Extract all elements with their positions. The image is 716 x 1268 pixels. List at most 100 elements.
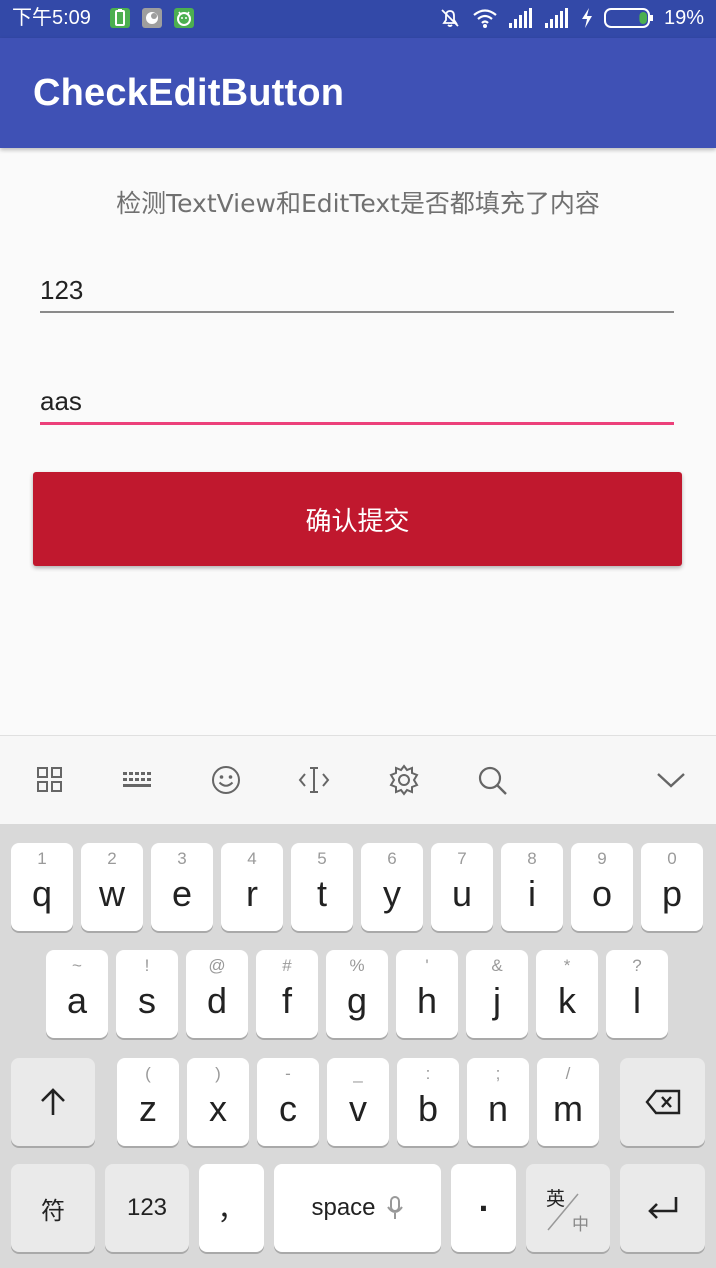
- key-f[interactable]: # f: [256, 950, 318, 1038]
- status-icons: 19%: [438, 6, 704, 30]
- language-switch-key[interactable]: 英 中: [526, 1164, 610, 1252]
- charging-icon: [580, 7, 594, 29]
- shift-key[interactable]: [11, 1058, 95, 1146]
- status-bar: 下午5:09 19%: [0, 0, 716, 38]
- key-l[interactable]: ? l: [606, 950, 668, 1038]
- key-label: p: [661, 873, 683, 914]
- key-hint: ;: [495, 1064, 501, 1083]
- key-hint: /: [565, 1064, 571, 1083]
- key-hint: ~: [72, 956, 82, 975]
- period-key-label: ·: [478, 1191, 489, 1225]
- status-time: 下午5:09: [12, 7, 91, 29]
- edit-text-1[interactable]: 123: [40, 268, 674, 316]
- key-r[interactable]: 4r: [221, 843, 283, 931]
- key-p[interactable]: 0p: [641, 843, 703, 931]
- key-a[interactable]: ~ a: [46, 950, 108, 1038]
- key-hint: #: [282, 956, 292, 975]
- key-w[interactable]: 2w: [81, 843, 143, 931]
- key-label: v: [349, 1088, 367, 1129]
- settings-icon[interactable]: [388, 764, 420, 796]
- key-q[interactable]: 1q: [11, 843, 73, 931]
- key-hint: ': [425, 956, 429, 975]
- key-v[interactable]: _ v: [327, 1058, 389, 1146]
- signal-icon: [508, 7, 534, 29]
- signal-icon: [544, 7, 570, 29]
- search-icon[interactable]: [476, 764, 508, 796]
- symbols-key[interactable]: 符: [11, 1164, 95, 1252]
- key-label: c: [279, 1088, 297, 1129]
- key-label: a: [66, 980, 88, 1021]
- cursor-icon[interactable]: [298, 764, 330, 796]
- key-z[interactable]: (z: [117, 1058, 179, 1146]
- key-hint: 2: [107, 849, 117, 868]
- key-o[interactable]: 9o: [571, 843, 633, 931]
- key-hint: !: [144, 956, 150, 975]
- microphone-icon: [386, 1196, 403, 1219]
- key-j[interactable]: & j: [466, 950, 528, 1038]
- key-h[interactable]: ' h: [396, 950, 458, 1038]
- key-hint: %: [349, 956, 365, 975]
- submit-button[interactable]: 确认提交: [33, 472, 682, 566]
- key-m[interactable]: / m: [537, 1058, 599, 1146]
- key-label: y: [383, 873, 401, 914]
- key-label: d: [206, 980, 228, 1021]
- numbers-key[interactable]: 123: [105, 1164, 189, 1252]
- key-b[interactable]: :b: [397, 1058, 459, 1146]
- key-label: w: [99, 873, 125, 914]
- comma-key[interactable]: ，: [199, 1164, 264, 1252]
- key-hint: 8: [527, 849, 537, 868]
- backspace-icon: [644, 1089, 680, 1115]
- key-hint: &: [491, 956, 503, 975]
- key-g[interactable]: % g: [326, 950, 388, 1038]
- key-label: e: [171, 873, 193, 914]
- space-key[interactable]: space: [274, 1164, 441, 1252]
- submit-button-label: 确认提交: [305, 506, 410, 537]
- key-k[interactable]: * k: [536, 950, 598, 1038]
- key-hint: 7: [457, 849, 467, 868]
- key-x[interactable]: ) x: [187, 1058, 249, 1146]
- comma-key-label: ，: [217, 1193, 246, 1226]
- key-label: i: [528, 873, 536, 914]
- key-n[interactable]: ; n: [467, 1058, 529, 1146]
- mute-alarm-icon: [438, 6, 462, 30]
- edit-text-2[interactable]: aas: [40, 380, 674, 428]
- key-label: g: [346, 980, 368, 1021]
- key-hint: 5: [317, 849, 327, 868]
- space-key-label: space: [311, 1194, 376, 1221]
- key-label: t: [316, 873, 327, 914]
- key-d[interactable]: @ d: [186, 950, 248, 1038]
- shift-arrow-icon: [41, 1088, 65, 1115]
- key-u[interactable]: 7u: [431, 843, 493, 931]
- key-e[interactable]: 3e: [151, 843, 213, 931]
- edit-text-1-value: 123: [40, 275, 84, 305]
- key-hint: ): [215, 1064, 221, 1083]
- battery-notify-icon: [110, 8, 130, 28]
- app-title: CheckEditButton: [33, 72, 345, 114]
- wifi-icon: [472, 7, 498, 29]
- key-label: b: [417, 1088, 439, 1129]
- language-divider-icon: [547, 1193, 579, 1231]
- collapse-icon[interactable]: [655, 764, 687, 796]
- key-hint: -: [285, 1064, 291, 1083]
- enter-key[interactable]: [620, 1164, 705, 1252]
- period-key[interactable]: ·: [451, 1164, 516, 1252]
- key-y[interactable]: 6y: [361, 843, 423, 931]
- key-c[interactable]: -c: [257, 1058, 319, 1146]
- key-hint: 4: [247, 849, 257, 868]
- key-label: u: [451, 873, 473, 914]
- emoji-icon[interactable]: [210, 764, 242, 796]
- key-s[interactable]: ! s: [116, 950, 178, 1038]
- keyboard-icon[interactable]: [121, 764, 153, 796]
- key-label: q: [31, 873, 53, 914]
- keyboard-toolbar: [0, 735, 716, 825]
- backspace-key[interactable]: [620, 1058, 705, 1146]
- key-i[interactable]: 8i: [501, 843, 563, 931]
- key-hint: 6: [387, 849, 397, 868]
- key-t[interactable]: 5t: [291, 843, 353, 931]
- battery-icon: [603, 7, 654, 29]
- space-key-content: space: [274, 1164, 441, 1252]
- grid-icon[interactable]: [34, 764, 66, 796]
- key-label: f: [281, 980, 292, 1021]
- key-hint: (: [145, 1064, 151, 1083]
- key-label: h: [416, 980, 438, 1021]
